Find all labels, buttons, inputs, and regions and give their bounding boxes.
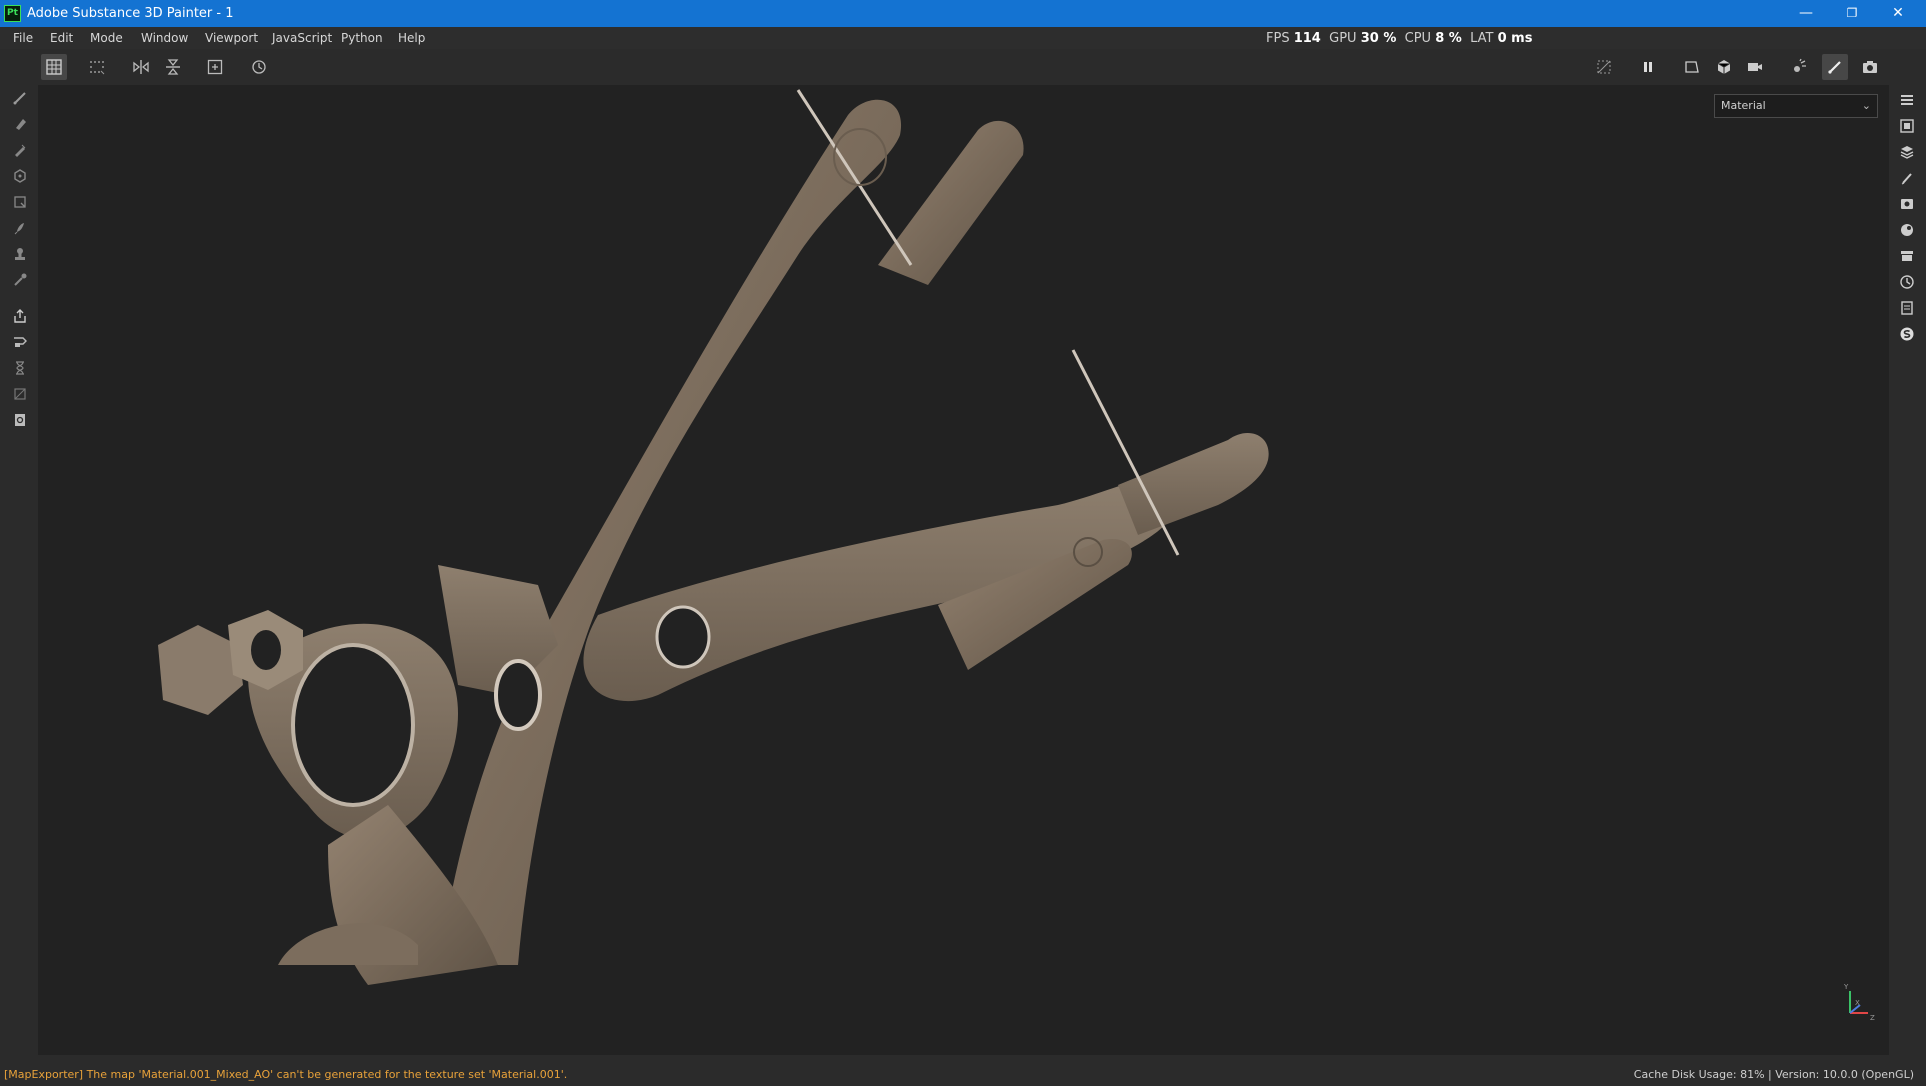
hide-selection-icon[interactable] — [1591, 54, 1617, 80]
bake-icon[interactable] — [9, 331, 31, 353]
reset-rotation-icon[interactable] — [246, 54, 272, 80]
display-mode-value: Material — [1721, 99, 1766, 112]
top-toolbar — [0, 49, 1926, 85]
assets-shelf-icon[interactable] — [1896, 245, 1918, 267]
axis-x-label: X — [1855, 999, 1860, 1007]
menu-window[interactable]: Window — [141, 31, 188, 45]
texture-set-list-icon[interactable] — [1896, 89, 1918, 111]
restore-button[interactable]: ❐ — [1829, 0, 1875, 27]
menu-viewport[interactable]: Viewport — [205, 31, 258, 45]
right-dock — [1889, 85, 1926, 1055]
projection-tool-icon[interactable] — [9, 139, 31, 161]
gpu-value: 30 % — [1360, 31, 1397, 46]
menu-mode[interactable]: Mode — [90, 31, 123, 45]
axis-gizmo: Y X Z — [1843, 983, 1875, 1022]
menu-edit[interactable]: Edit — [50, 31, 73, 45]
3d-viewport[interactable]: Y X Z Material ⌄ — [38, 85, 1889, 1055]
gpu-label: GPU — [1329, 31, 1357, 46]
lat-label: LAT — [1470, 31, 1494, 46]
menu-javascript[interactable]: JavaScript — [272, 31, 332, 45]
title-bar: Pt Adobe Substance 3D Painter - 1 — ❐ ✕ — [0, 0, 1926, 27]
left-tool-shelf — [2, 85, 38, 1055]
close-button[interactable]: ✕ — [1875, 0, 1921, 27]
cache-usage-version: Cache Disk Usage: 81% | Version: 10.0.0 … — [1633, 1068, 1914, 1081]
properties-brush-icon[interactable] — [1896, 167, 1918, 189]
mirror-horizontal-icon[interactable] — [128, 54, 154, 80]
hourglass-icon[interactable] — [9, 357, 31, 379]
history-icon[interactable] — [1896, 271, 1918, 293]
clone-stamp-tool-icon[interactable] — [9, 243, 31, 265]
lat-value: 0 ms — [1497, 31, 1533, 46]
performance-stats: FPS 114 GPU 30 % CPU 8 % LAT 0 ms — [1266, 31, 1532, 46]
app-logo-icon: Pt — [4, 5, 21, 22]
display-mode-select[interactable]: Material ⌄ — [1714, 94, 1878, 118]
export-icon[interactable] — [9, 305, 31, 327]
shader-settings-icon[interactable] — [1896, 219, 1918, 241]
camera-video-icon[interactable] — [1742, 54, 1768, 80]
polygon-fill-tool-icon[interactable] — [9, 191, 31, 213]
status-message: [MapExporter] The map 'Material.001_Mixe… — [4, 1068, 568, 1081]
cpu-value: 8 % — [1435, 31, 1462, 46]
display-settings-icon[interactable] — [1896, 193, 1918, 215]
paint-brush-tool-icon[interactable] — [9, 87, 31, 109]
screenshot-camera-icon[interactable] — [1857, 54, 1883, 80]
add-frame-icon[interactable] — [202, 54, 228, 80]
fps-label: FPS — [1266, 31, 1290, 46]
menu-bar: File Edit Mode Window Viewport JavaScrip… — [0, 27, 1926, 49]
menu-help[interactable]: Help — [398, 31, 425, 45]
lighting-icon[interactable] — [1786, 54, 1812, 80]
menu-file[interactable]: File — [13, 31, 33, 45]
dotted-grid-icon[interactable] — [84, 54, 110, 80]
axis-y-label: Y — [1843, 983, 1849, 991]
uv-unwrap-icon[interactable] — [9, 383, 31, 405]
fps-value: 114 — [1293, 31, 1321, 46]
color-picker-tool-icon[interactable] — [9, 269, 31, 291]
mirror-vertical-icon[interactable] — [160, 54, 186, 80]
minimize-button[interactable]: — — [1783, 0, 1829, 27]
log-icon[interactable] — [1896, 297, 1918, 319]
substance-source-icon[interactable] — [1896, 323, 1918, 345]
chevron-down-icon: ⌄ — [1861, 99, 1871, 112]
document-search-icon[interactable] — [9, 409, 31, 431]
window-title: Adobe Substance 3D Painter - 1 — [27, 6, 234, 21]
layers-icon[interactable] — [1896, 141, 1918, 163]
uv-view-icon[interactable] — [1679, 54, 1705, 80]
geometry-fill-tool-icon[interactable] — [9, 165, 31, 187]
status-bar: [MapExporter] The map 'Material.001_Mixe… — [0, 1064, 1926, 1086]
axis-z-label: Z — [1870, 1014, 1875, 1022]
paint-mode-brush-icon[interactable] — [1822, 54, 1848, 80]
pliers-model[interactable] — [158, 89, 1269, 985]
cpu-label: CPU — [1404, 31, 1432, 46]
menu-python[interactable]: Python — [341, 31, 383, 45]
smudge-tool-icon[interactable] — [9, 217, 31, 239]
symmetry-grid-icon[interactable] — [41, 54, 67, 80]
pause-icon[interactable] — [1635, 54, 1661, 80]
texture-set-settings-icon[interactable] — [1896, 115, 1918, 137]
eraser-tool-icon[interactable] — [9, 113, 31, 135]
3d-view-cube-icon[interactable] — [1711, 54, 1737, 80]
